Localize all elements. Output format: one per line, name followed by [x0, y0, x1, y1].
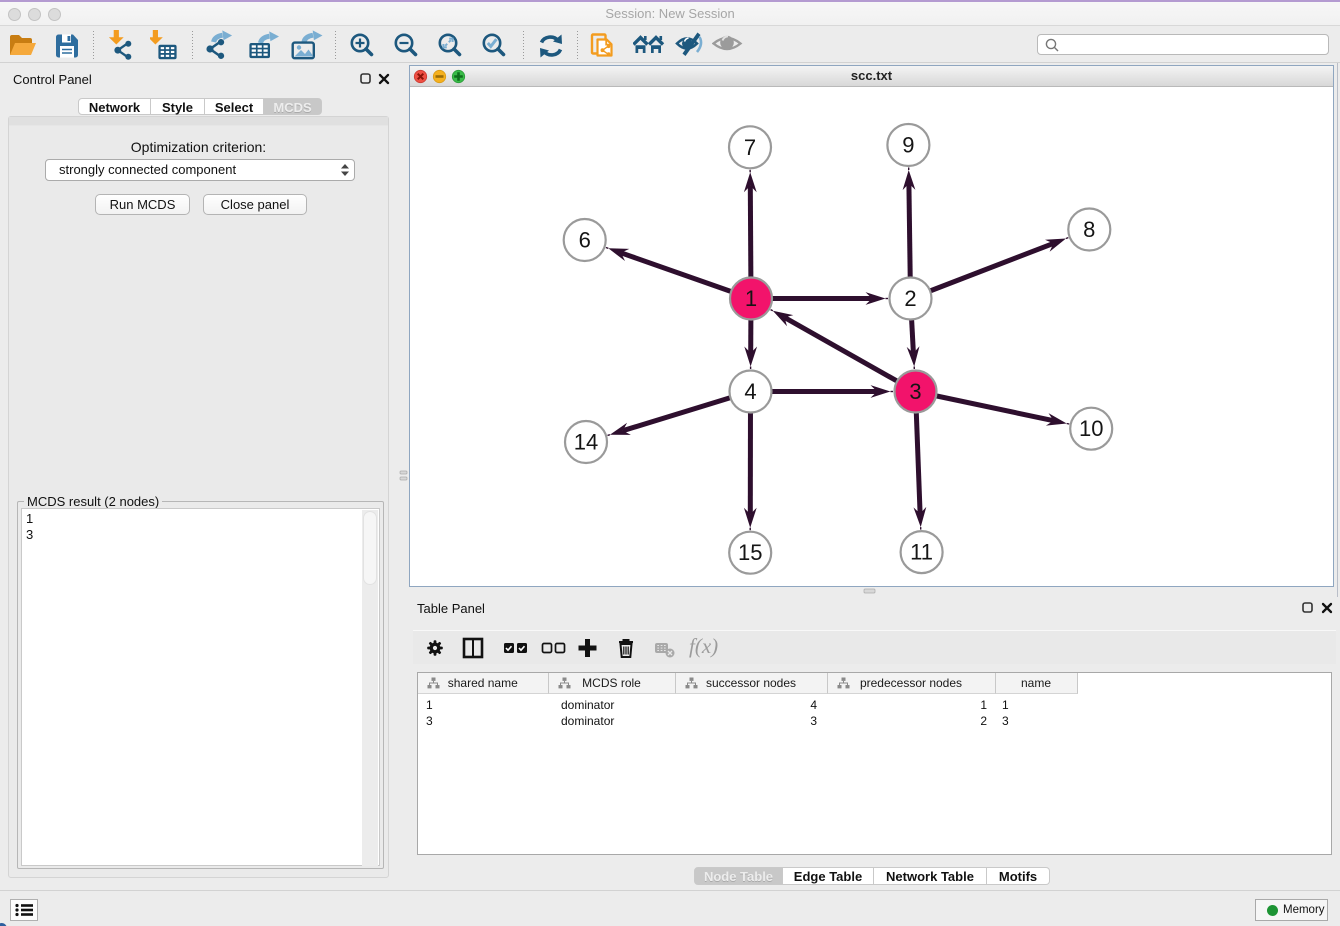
svg-text:7: 7	[744, 135, 756, 160]
svg-text:2: 2	[904, 286, 916, 311]
svg-text:8: 8	[1083, 217, 1095, 242]
svg-text:10: 10	[1079, 416, 1103, 441]
svg-text:1: 1	[745, 286, 757, 311]
svg-text:15: 15	[738, 540, 762, 565]
svg-text:9: 9	[902, 133, 914, 158]
svg-text:3: 3	[909, 379, 921, 404]
svg-text:6: 6	[579, 228, 591, 253]
svg-text:4: 4	[744, 379, 756, 404]
svg-text:11: 11	[910, 540, 933, 565]
svg-text:14: 14	[574, 430, 598, 455]
